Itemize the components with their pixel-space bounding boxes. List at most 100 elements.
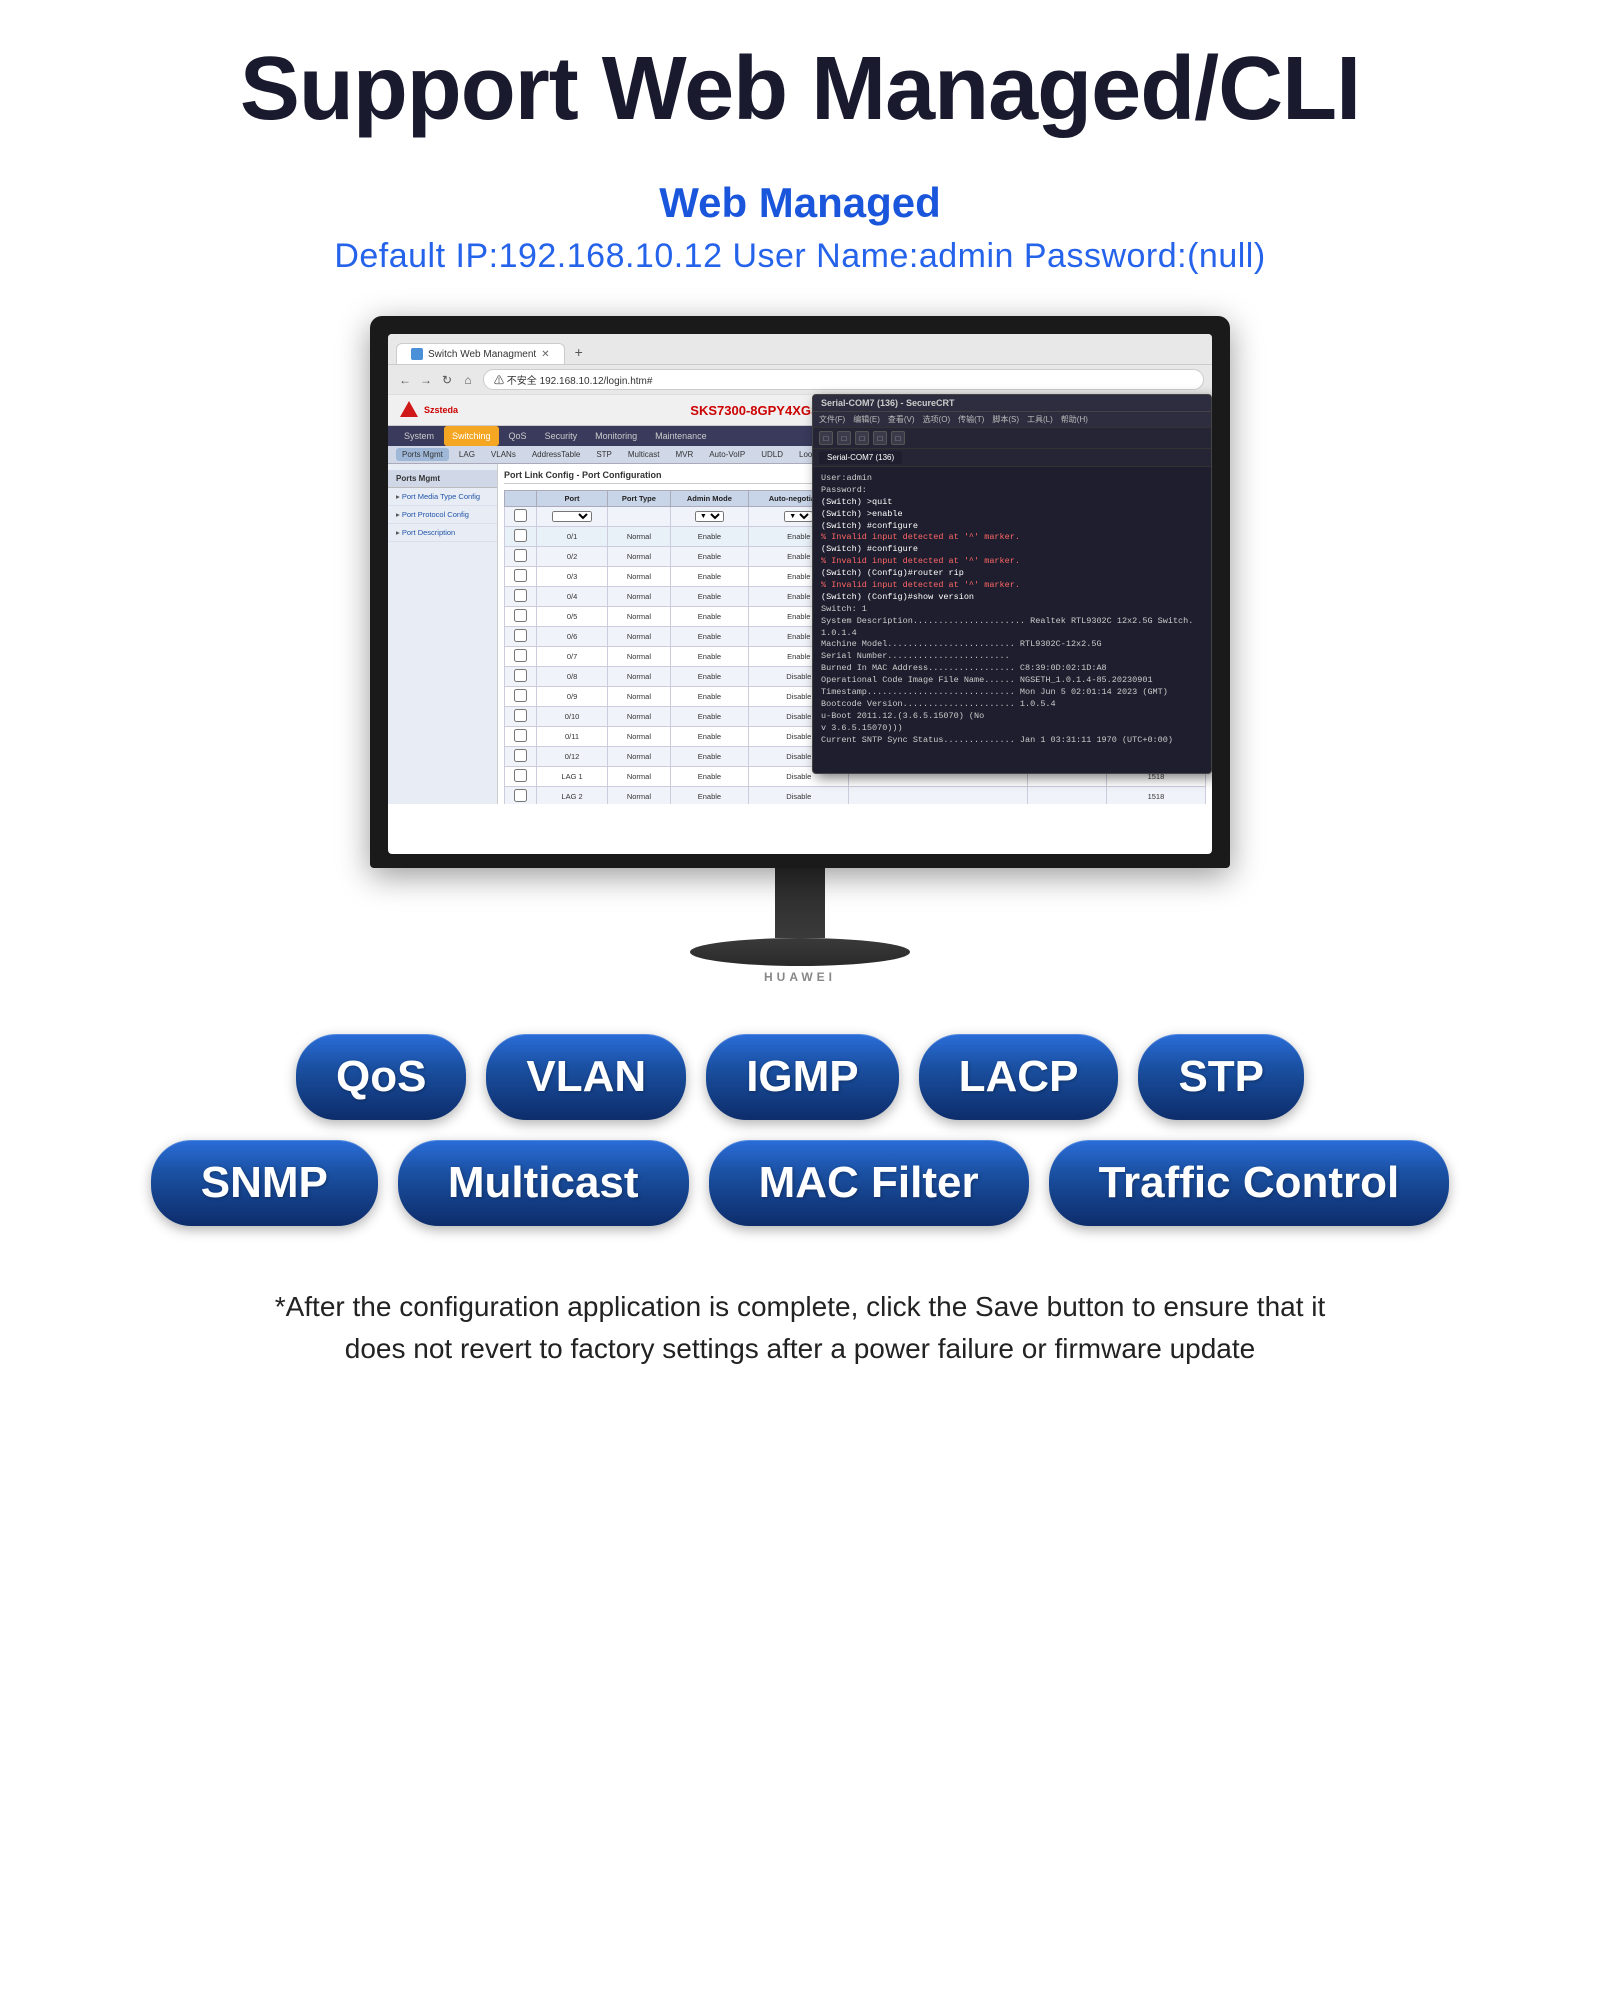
cli-menu-file[interactable]: 文件(F)	[819, 414, 845, 425]
subnav-stp[interactable]: STP	[590, 448, 618, 461]
table-cell: Normal	[608, 787, 671, 805]
table-cell: Normal	[608, 667, 671, 687]
cli-toolbar-btn-1[interactable]: □	[819, 431, 833, 445]
monitor-bezel: Switch Web Managment ✕ + ← → ↻ ⌂	[370, 316, 1230, 868]
port-select-filter[interactable]	[552, 511, 592, 522]
auto-neg-select[interactable]: ▼	[784, 511, 813, 522]
subnav-auto-voip[interactable]: Auto-VoIP	[703, 448, 751, 461]
cli-title-text: Serial-COM7 (136) - SecureCRT	[821, 398, 955, 408]
table-cell: 0/4	[536, 587, 607, 607]
sidebar-item-port-protocol[interactable]: Port Protocol Config	[388, 506, 497, 524]
table-cell	[505, 667, 537, 687]
row-checkbox[interactable]	[514, 769, 527, 782]
cli-line: (Switch) #configure	[821, 544, 1203, 556]
cli-toolbar: □ □ □ □ □	[813, 428, 1211, 449]
table-cell	[505, 627, 537, 647]
table-cell	[849, 787, 1028, 805]
web-managed-title: Web Managed	[659, 179, 941, 227]
table-cell: Enable	[670, 567, 748, 587]
admin-mode-select[interactable]: ▼	[695, 511, 724, 522]
table-cell: 0/12	[536, 747, 607, 767]
nav-qos[interactable]: QoS	[501, 426, 535, 446]
tab-close-icon[interactable]: ✕	[541, 349, 549, 360]
sidebar-item-port-desc[interactable]: Port Description	[388, 524, 497, 542]
cli-line: % Invalid input detected at '^' marker.	[821, 556, 1203, 568]
subnav-ports-mgmt[interactable]: Ports Mgmt	[396, 448, 449, 461]
tab-favicon	[411, 348, 423, 360]
table-cell: Normal	[608, 767, 671, 787]
cli-titlebar: Serial-COM7 (136) - SecureCRT	[813, 395, 1211, 412]
badge-igmp-text: IGMP	[746, 1052, 858, 1102]
sidebar-group-title: Ports Mgmt	[388, 470, 497, 488]
forward-button[interactable]: →	[417, 371, 435, 389]
address-input[interactable]: ⚠ 不安全 192.168.10.12/login.htm#	[483, 369, 1204, 390]
browser-tab-active[interactable]: Switch Web Managment ✕	[396, 343, 565, 364]
cli-menu-edit[interactable]: 编辑(E)	[853, 414, 880, 425]
cli-toolbar-btn-2[interactable]: □	[837, 431, 851, 445]
cli-line: (Switch) >quit	[821, 497, 1203, 509]
nav-system[interactable]: System	[396, 426, 442, 446]
sidebar-item-port-media[interactable]: Port Media Type Config	[388, 488, 497, 506]
row-checkbox[interactable]	[514, 729, 527, 742]
table-cell: Enable	[670, 587, 748, 607]
cli-menu-view[interactable]: 查看(V)	[888, 414, 915, 425]
cli-active-tab[interactable]: Serial-COM7 (136)	[819, 451, 902, 464]
nav-security[interactable]: Security	[537, 426, 586, 446]
row-checkbox[interactable]	[514, 649, 527, 662]
table-cell: Normal	[608, 747, 671, 767]
stand-base	[690, 938, 910, 966]
cli-menu-options[interactable]: 选项(O)	[923, 414, 951, 425]
row-checkbox[interactable]	[514, 709, 527, 722]
home-button[interactable]: ⌂	[459, 371, 477, 389]
row-checkbox[interactable]	[514, 569, 527, 582]
row-checkbox[interactable]	[514, 669, 527, 682]
nav-switching[interactable]: Switching	[444, 426, 499, 446]
row-checkbox[interactable]	[514, 789, 527, 802]
cli-line: Other	[821, 746, 1203, 747]
table-cell: Normal	[608, 627, 671, 647]
table-cell: Enable	[670, 647, 748, 667]
table-cell: Enable	[670, 607, 748, 627]
subnav-multicast[interactable]: Multicast	[622, 448, 666, 461]
cli-tab-bar: Serial-COM7 (136)	[813, 449, 1211, 467]
cli-menu-help[interactable]: 帮助(H)	[1061, 414, 1088, 425]
row-checkbox[interactable]	[514, 689, 527, 702]
table-cell: 0/5	[536, 607, 607, 627]
cli-toolbar-btn-4[interactable]: □	[873, 431, 887, 445]
nav-monitoring[interactable]: Monitoring	[587, 426, 645, 446]
subnav-udld[interactable]: UDLD	[755, 448, 789, 461]
cli-menu-tools[interactable]: 工具(L)	[1027, 414, 1053, 425]
monitor-wrapper: Switch Web Managment ✕ + ← → ↻ ⌂	[370, 316, 1230, 984]
row-checkbox[interactable]	[514, 629, 527, 642]
refresh-button[interactable]: ↻	[438, 371, 456, 389]
col-checkbox	[505, 491, 537, 507]
subnav-lag[interactable]: LAG	[453, 448, 481, 461]
logo-text: Szsteda	[424, 405, 458, 415]
cli-line: (Switch) >enable	[821, 509, 1203, 521]
cli-line: Operational Code Image File Name...... N…	[821, 675, 1203, 687]
nav-maintenance[interactable]: Maintenance	[647, 426, 715, 446]
cli-menu-script[interactable]: 脚本(S)	[992, 414, 1019, 425]
row-checkbox[interactable]	[514, 529, 527, 542]
stand-neck	[775, 868, 825, 938]
subnav-mvr[interactable]: MVR	[669, 448, 699, 461]
row-checkbox[interactable]	[514, 549, 527, 562]
cli-toolbar-btn-3[interactable]: □	[855, 431, 869, 445]
row-checkbox[interactable]	[514, 589, 527, 602]
subnav-address-table[interactable]: AddressTable	[526, 448, 586, 461]
cli-line: Bootcode Version...................... 1…	[821, 699, 1203, 711]
table-cell: Enable	[670, 767, 748, 787]
back-button[interactable]: ←	[396, 371, 414, 389]
cli-toolbar-btn-5[interactable]: □	[891, 431, 905, 445]
row-checkbox[interactable]	[514, 749, 527, 762]
footer-note: *After the configuration application is …	[250, 1286, 1350, 1370]
main-title: Support Web Managed/CLI	[240, 40, 1360, 139]
nav-buttons: ← → ↻ ⌂	[396, 371, 477, 389]
row-checkbox[interactable]	[514, 609, 527, 622]
cli-menu-transfer[interactable]: 传输(T)	[958, 414, 984, 425]
monitor-stand	[370, 868, 1230, 966]
table-cell	[505, 687, 537, 707]
subnav-vlans[interactable]: VLANs	[485, 448, 522, 461]
new-tab-button[interactable]: +	[567, 340, 591, 364]
select-all-checkbox[interactable]	[514, 509, 527, 522]
